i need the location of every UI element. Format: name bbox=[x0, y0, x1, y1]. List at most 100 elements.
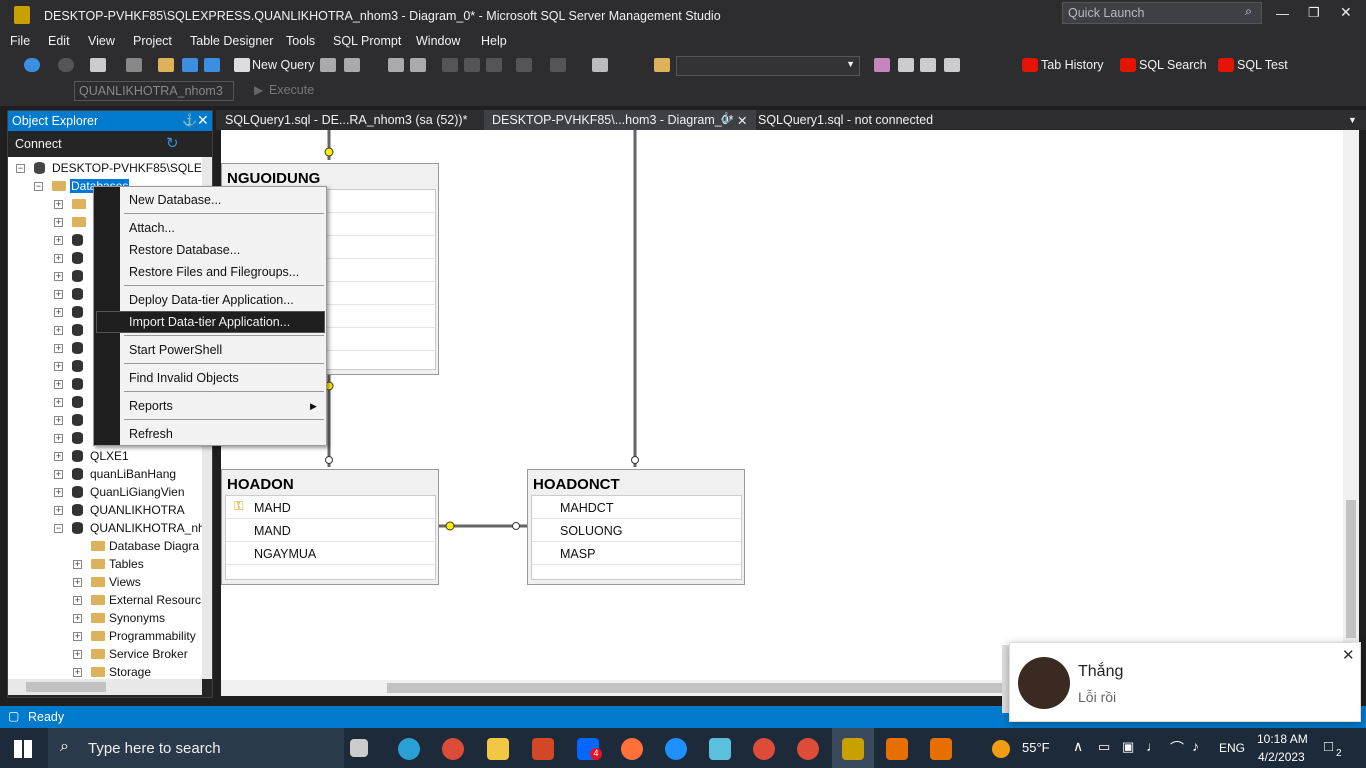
sql-search-button[interactable]: SQL Search bbox=[1139, 58, 1207, 72]
menu-item-find-invalid-objects[interactable]: Find Invalid Objects bbox=[129, 371, 239, 385]
expand-icon[interactable]: + bbox=[54, 272, 63, 281]
menu-table-designer[interactable]: Table Designer bbox=[190, 34, 273, 48]
microphone-icon[interactable]: ♩ bbox=[1146, 738, 1160, 754]
expand-icon[interactable]: + bbox=[54, 470, 63, 479]
restore-button[interactable]: ❐ bbox=[1308, 5, 1320, 21]
menu-edit[interactable]: Edit bbox=[48, 34, 70, 48]
cube-app-icon[interactable] bbox=[709, 738, 731, 760]
java-2-icon[interactable] bbox=[930, 738, 952, 760]
solution-explorer-icon[interactable] bbox=[654, 58, 670, 72]
dax-query-icon[interactable] bbox=[410, 58, 426, 72]
canvas-vertical-scrollbar[interactable] bbox=[1343, 130, 1359, 680]
menu-item-new-database[interactable]: New Database... bbox=[129, 193, 221, 207]
collapse-icon[interactable]: − bbox=[16, 164, 25, 173]
table-row[interactable]: MASP bbox=[532, 542, 741, 565]
command-window-icon[interactable] bbox=[944, 58, 960, 72]
new-project-icon[interactable] bbox=[90, 58, 106, 72]
pin-icon[interactable]: ⚓ bbox=[182, 113, 197, 127]
expand-icon[interactable]: + bbox=[54, 506, 63, 515]
copy-icon[interactable] bbox=[464, 58, 480, 72]
forward-icon[interactable] bbox=[58, 58, 74, 72]
expand-icon[interactable]: + bbox=[54, 344, 63, 353]
expand-icon[interactable]: + bbox=[73, 650, 82, 659]
menu-help[interactable]: Help bbox=[481, 34, 507, 48]
menu-item-reports[interactable]: Reports bbox=[129, 399, 173, 413]
undo-icon[interactable] bbox=[516, 58, 532, 72]
expand-icon[interactable]: + bbox=[54, 200, 63, 209]
camera-icon[interactable]: ▣ bbox=[1122, 739, 1134, 755]
expand-icon[interactable]: + bbox=[73, 632, 82, 641]
expand-icon[interactable]: + bbox=[73, 614, 82, 623]
pin-icon[interactable]: ⚓ bbox=[720, 113, 732, 124]
redo-icon[interactable] bbox=[550, 58, 566, 72]
task-view-icon[interactable] bbox=[350, 739, 368, 757]
file-explorer-icon[interactable] bbox=[487, 738, 509, 760]
table-hoadon[interactable]: HOADON ⚿ MAHD MAND NGAYMUA bbox=[221, 469, 439, 585]
expand-icon[interactable]: + bbox=[54, 362, 63, 371]
menu-item-restore-files[interactable]: Restore Files and Filegroups... bbox=[129, 265, 299, 279]
table-row[interactable]: MAND bbox=[226, 519, 435, 542]
paste-icon[interactable] bbox=[486, 58, 502, 72]
menu-view[interactable]: View bbox=[88, 34, 115, 48]
sql-search-icon[interactable] bbox=[1120, 58, 1136, 72]
mdx-query-icon[interactable] bbox=[320, 58, 336, 72]
activity-monitor-icon[interactable] bbox=[592, 58, 608, 72]
chrome-profile-icon[interactable] bbox=[753, 738, 775, 760]
expand-icon[interactable]: + bbox=[73, 560, 82, 569]
close-icon[interactable]: ✕ bbox=[1342, 646, 1355, 664]
tab-sqlquery1-not-connected[interactable]: SQLQuery1.sql - not connected bbox=[758, 113, 933, 127]
menu-item-import-data-tier[interactable]: Import Data-tier Application... bbox=[129, 315, 290, 329]
menu-sql-prompt[interactable]: SQL Prompt bbox=[333, 34, 401, 48]
open-icon[interactable] bbox=[158, 58, 174, 72]
minimize-button[interactable]: — bbox=[1276, 6, 1289, 21]
chrome-icon[interactable] bbox=[442, 738, 464, 760]
menu-project[interactable]: Project bbox=[133, 34, 172, 48]
tab-diagram[interactable]: DESKTOP-PVHKF85\...hom3 - Diagram_0* bbox=[492, 113, 734, 127]
save-icon[interactable] bbox=[182, 58, 198, 72]
tray-chevron-icon[interactable]: ∧ bbox=[1073, 738, 1083, 755]
ssms-icon[interactable] bbox=[842, 738, 864, 760]
properties-icon[interactable] bbox=[874, 58, 890, 72]
menu-item-deploy-data-tier[interactable]: Deploy Data-tier Application... bbox=[129, 293, 294, 307]
back-icon[interactable] bbox=[24, 58, 40, 72]
expand-icon[interactable]: + bbox=[54, 254, 63, 263]
close-button[interactable]: ✕ bbox=[1340, 4, 1352, 21]
menu-window[interactable]: Window bbox=[416, 34, 460, 48]
expand-icon[interactable]: + bbox=[73, 578, 82, 587]
volume-icon[interactable]: ♪ bbox=[1192, 738, 1199, 754]
dmx-query-icon[interactable] bbox=[344, 58, 360, 72]
menu-item-refresh[interactable]: Refresh bbox=[129, 427, 173, 441]
search-combo[interactable]: ▼ bbox=[676, 56, 860, 76]
expand-icon[interactable]: + bbox=[54, 290, 63, 299]
menu-file[interactable]: File bbox=[10, 34, 30, 48]
new-query-icon[interactable] bbox=[234, 58, 250, 72]
tab-sqlquery1[interactable]: SQLQuery1.sql - DE...RA_nhom3 (sa (52))* bbox=[225, 113, 467, 127]
cut-icon[interactable] bbox=[442, 58, 458, 72]
refresh-icon[interactable]: ↻ bbox=[166, 134, 179, 152]
expand-icon[interactable]: + bbox=[73, 596, 82, 605]
menu-tools[interactable]: Tools bbox=[286, 34, 315, 48]
table-row[interactable]: MAHDCT bbox=[532, 496, 741, 519]
expand-icon[interactable]: + bbox=[54, 218, 63, 227]
sql-test-button[interactable]: SQL Test bbox=[1237, 58, 1288, 72]
battery-icon[interactable]: ▭ bbox=[1098, 739, 1110, 755]
expand-icon[interactable]: + bbox=[54, 434, 63, 443]
notification-toast[interactable]: Thắng Lỗi rồi ✕ bbox=[1009, 642, 1361, 722]
close-icon[interactable]: ✕ bbox=[737, 113, 747, 128]
xmla-query-icon[interactable] bbox=[388, 58, 404, 72]
powerpoint-icon[interactable] bbox=[532, 738, 554, 760]
menu-item-restore-database[interactable]: Restore Database... bbox=[129, 243, 240, 257]
table-row[interactable]: NGAYMUA bbox=[226, 542, 435, 565]
add-item-icon[interactable] bbox=[126, 58, 142, 72]
clock-date[interactable]: 4/2/2023 bbox=[1258, 750, 1305, 764]
table-hoadonct[interactable]: HOADONCT MAHDCT SOLUONG MASP bbox=[527, 469, 745, 585]
wifi-icon[interactable]: ⌒ bbox=[1170, 738, 1184, 758]
database-select[interactable]: QUANLIKHOTRA_nhom3 bbox=[74, 81, 234, 101]
table-row[interactable]: ⚿ MAHD bbox=[226, 496, 435, 519]
language-indicator[interactable]: ENG bbox=[1219, 741, 1245, 755]
execute-icon[interactable]: ▶ bbox=[254, 83, 263, 97]
tree-horizontal-scrollbar[interactable] bbox=[8, 679, 202, 695]
diagram-canvas[interactable]: NGUOIDUNG HOADON ⚿ MAHD MAND NGAYMUA HOAD… bbox=[221, 130, 1343, 680]
weather-icon[interactable] bbox=[992, 740, 1010, 758]
clock-time[interactable]: 10:18 AM bbox=[1257, 732, 1308, 746]
